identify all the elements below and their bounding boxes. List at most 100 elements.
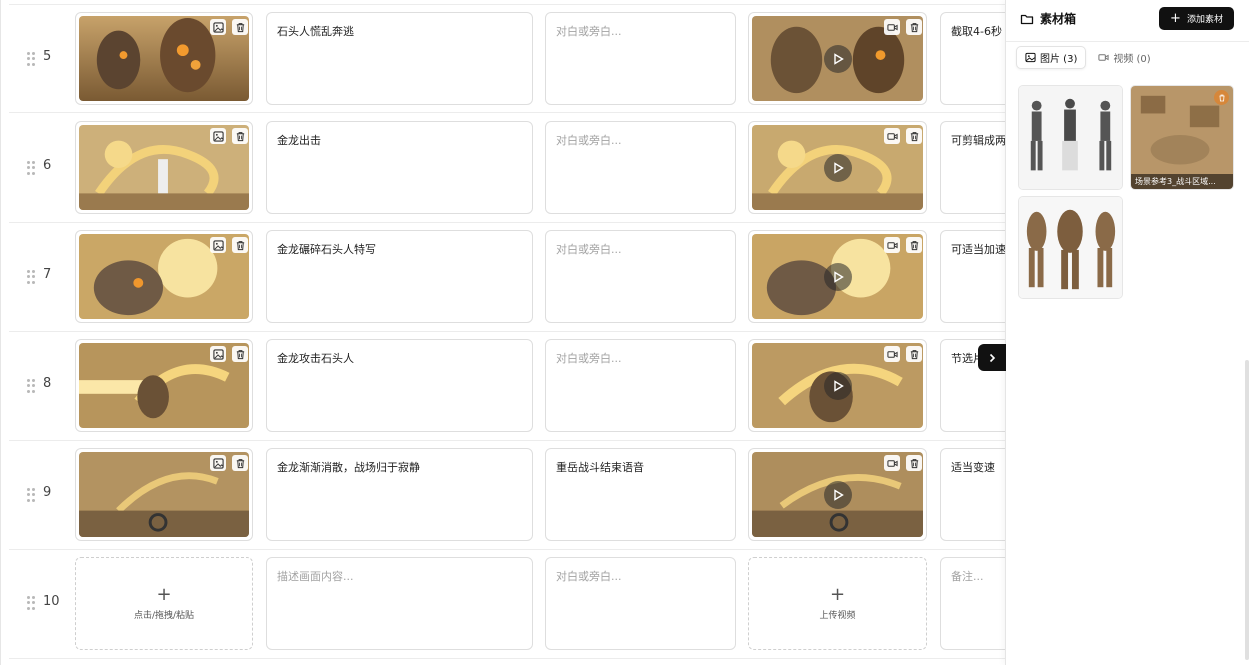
chevron-right-icon bbox=[989, 353, 996, 362]
image-upload-label: 点击/拖拽/粘贴 bbox=[133, 611, 195, 621]
row-number: 10 bbox=[43, 594, 60, 609]
drag-handle-icon[interactable] bbox=[27, 488, 35, 502]
tab-videos[interactable]: 视频 (0) bbox=[1090, 46, 1158, 69]
table-row: 9 金龙渐渐消散，战场归于寂静 重岳战斗结束语音 适当变速 bbox=[9, 441, 1005, 550]
table-row: 5 石头人慌乱奔逃 对白或旁白... 截取4-6秒 bbox=[9, 4, 1005, 113]
add-asset-label: 添加素材 bbox=[1186, 15, 1223, 25]
table-row: 6 金龙出击 对白或旁白... 可剪辑成两个 bbox=[9, 114, 1005, 223]
description-field[interactable]: 金龙碾碎石头人特写 bbox=[266, 230, 533, 323]
dialogue-field[interactable]: 对白或旁白... bbox=[545, 121, 736, 214]
description-field[interactable]: 金龙渐渐消散，战场归于寂静 bbox=[266, 448, 533, 541]
table-row-new: 10 + 点击/拖拽/粘贴 描述画面内容... 对白或旁白... + 上传视频 … bbox=[9, 550, 1005, 659]
play-icon[interactable] bbox=[823, 480, 852, 509]
replace-image-icon[interactable] bbox=[210, 455, 226, 471]
note-field[interactable]: 可适当加速 bbox=[940, 230, 1005, 323]
play-icon[interactable] bbox=[823, 44, 852, 73]
row-number: 7 bbox=[43, 267, 52, 282]
row-number: 5 bbox=[43, 49, 52, 64]
image-cell[interactable] bbox=[75, 121, 253, 214]
add-asset-button[interactable]: + 添加素材 bbox=[1159, 7, 1234, 30]
asset-tabs: 图片 (3) 视频 (0) bbox=[1016, 46, 1159, 70]
note-field[interactable]: 备注... bbox=[940, 557, 1005, 650]
video-cell[interactable] bbox=[748, 12, 927, 105]
video-cell[interactable] bbox=[748, 339, 927, 432]
storyboard-app: 5 石头人慌乱奔逃 对白或旁白... 截取4-6秒 6 金龙出击 对白或旁白..… bbox=[0, 0, 1249, 665]
plus-icon: + bbox=[829, 584, 846, 605]
image-cell[interactable] bbox=[75, 230, 253, 323]
description-field[interactable]: 金龙出击 bbox=[266, 121, 533, 214]
image-cell[interactable] bbox=[75, 339, 253, 432]
drag-handle-icon[interactable] bbox=[27, 379, 35, 393]
dialogue-field[interactable]: 对白或旁白... bbox=[545, 12, 736, 105]
description-field[interactable]: 石头人慌乱奔逃 bbox=[266, 12, 533, 105]
delete-icon[interactable] bbox=[906, 237, 922, 253]
delete-icon[interactable] bbox=[906, 19, 922, 35]
video-camera-icon[interactable] bbox=[884, 19, 900, 35]
row-number: 9 bbox=[43, 485, 52, 500]
play-icon[interactable] bbox=[823, 153, 852, 182]
note-field[interactable]: 截取4-6秒 bbox=[940, 12, 1005, 105]
video-camera-icon[interactable] bbox=[884, 346, 900, 362]
dialogue-field[interactable]: 重岳战斗结束语音 bbox=[545, 448, 736, 541]
drag-handle-icon[interactable] bbox=[27, 52, 35, 66]
video-camera-icon[interactable] bbox=[884, 237, 900, 253]
video-cell[interactable] bbox=[748, 448, 927, 541]
dialogue-field[interactable]: 对白或旁白... bbox=[545, 557, 736, 650]
tab-images[interactable]: 图片 (3) bbox=[1016, 46, 1087, 69]
plus-icon: + bbox=[156, 584, 172, 605]
scrollbar[interactable] bbox=[1245, 360, 1249, 660]
row-number: 8 bbox=[43, 376, 52, 391]
video-upload-dropzone[interactable]: + 上传视频 bbox=[748, 557, 927, 650]
replace-image-icon[interactable] bbox=[210, 346, 226, 362]
video-camera-icon[interactable] bbox=[884, 455, 900, 471]
replace-image-icon[interactable] bbox=[210, 19, 226, 35]
delete-icon[interactable] bbox=[232, 346, 248, 362]
delete-icon[interactable] bbox=[232, 455, 248, 471]
image-icon bbox=[1025, 52, 1036, 63]
play-icon[interactable] bbox=[823, 262, 852, 291]
table-row: 8 金龙攻击石头人 对白或旁白... 节选片 bbox=[9, 332, 1005, 441]
asset-panel: 素材箱 + 添加素材 图片 (3) 视频 (0) 场景参考3_战斗区域... bbox=[1005, 0, 1249, 665]
image-cell[interactable] bbox=[75, 448, 253, 541]
panel-header: 素材箱 + 添加素材 bbox=[1006, 0, 1249, 42]
replace-image-icon[interactable] bbox=[210, 237, 226, 253]
tab-videos-label: 视频 (0) bbox=[1113, 54, 1151, 65]
storyboard-table: 5 石头人慌乱奔逃 对白或旁白... 截取4-6秒 6 金龙出击 对白或旁白..… bbox=[0, 0, 1005, 665]
delete-icon[interactable] bbox=[1214, 90, 1229, 105]
tab-images-label: 图片 (3) bbox=[1040, 54, 1078, 65]
note-field[interactable]: 可剪辑成两个 bbox=[940, 121, 1005, 214]
delete-icon[interactable] bbox=[232, 128, 248, 144]
delete-icon[interactable] bbox=[232, 19, 248, 35]
delete-icon[interactable] bbox=[906, 346, 922, 362]
image-cell[interactable] bbox=[75, 12, 253, 105]
image-upload-dropzone[interactable]: + 点击/拖拽/粘贴 bbox=[75, 557, 253, 650]
description-field[interactable]: 描述画面内容... bbox=[266, 557, 533, 650]
description-field[interactable]: 金龙攻击石头人 bbox=[266, 339, 533, 432]
drag-handle-icon[interactable] bbox=[27, 270, 35, 284]
asset-card[interactable]: 场景参考3_战斗区域... bbox=[1130, 85, 1234, 190]
video-cell[interactable] bbox=[748, 121, 927, 214]
delete-icon[interactable] bbox=[232, 237, 248, 253]
panel-title: 素材箱 bbox=[1020, 10, 1076, 27]
video-upload-label: 上传视频 bbox=[819, 611, 856, 621]
collapse-panel-button[interactable] bbox=[978, 344, 1006, 371]
video-cell[interactable] bbox=[748, 230, 927, 323]
video-camera-icon[interactable] bbox=[884, 128, 900, 144]
panel-title-text: 素材箱 bbox=[1040, 12, 1077, 26]
asset-card[interactable] bbox=[1018, 85, 1123, 190]
delete-icon[interactable] bbox=[906, 455, 922, 471]
table-row: 7 金龙碾碎石头人特写 对白或旁白... 可适当加速 bbox=[9, 223, 1005, 332]
plus-icon: + bbox=[1170, 11, 1181, 26]
drag-handle-icon[interactable] bbox=[27, 596, 35, 610]
dialogue-field[interactable]: 对白或旁白... bbox=[545, 230, 736, 323]
folder-icon bbox=[1020, 14, 1034, 24]
video-icon bbox=[1098, 54, 1109, 61]
replace-image-icon[interactable] bbox=[210, 128, 226, 144]
asset-card[interactable] bbox=[1018, 196, 1123, 299]
row-number: 6 bbox=[43, 158, 52, 173]
note-field[interactable]: 适当变速 bbox=[940, 448, 1005, 541]
dialogue-field[interactable]: 对白或旁白... bbox=[545, 339, 736, 432]
delete-icon[interactable] bbox=[906, 128, 922, 144]
drag-handle-icon[interactable] bbox=[27, 161, 35, 175]
play-icon[interactable] bbox=[823, 371, 852, 400]
